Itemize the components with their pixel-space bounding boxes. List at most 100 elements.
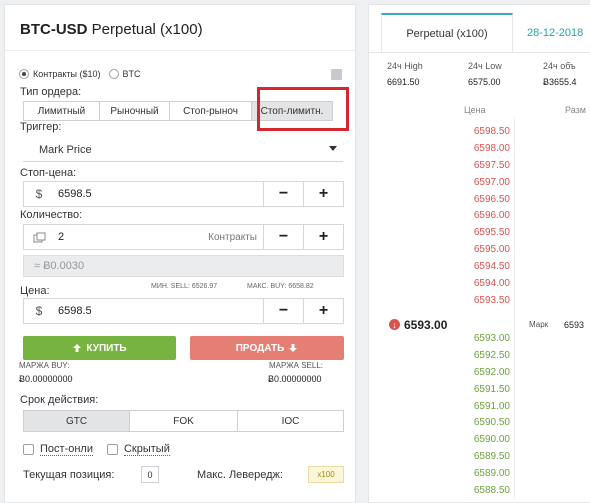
tab-market[interactable]: Рыночный <box>99 101 169 121</box>
bid-row[interactable]: 6588.50 <box>369 482 590 499</box>
tab-fok[interactable]: FOK <box>129 410 237 432</box>
arrow-up-icon <box>73 344 82 352</box>
ask-row[interactable]: 6595.50 <box>369 224 590 241</box>
ask-row[interactable]: 6596.50 <box>369 191 590 208</box>
tab-stop-market[interactable]: Стоп-рыноч <box>169 101 251 121</box>
bid-row[interactable]: 6592.50 <box>369 347 590 364</box>
position-value: 0 <box>141 466 159 483</box>
contracts-icon <box>24 225 54 249</box>
bid-row[interactable]: 6591.50 <box>369 381 590 398</box>
ask-row[interactable]: 6596.00 <box>369 207 590 224</box>
bid-row[interactable]: 6589.00 <box>369 465 590 482</box>
bid-price: 6592.50 <box>473 349 510 361</box>
stop-price-decrement-button[interactable]: − <box>263 182 303 206</box>
ask-price: 6595.00 <box>473 244 510 256</box>
tab-futures-date[interactable]: 28-12-2018 <box>527 13 583 53</box>
ask-price: 6594.00 <box>473 278 510 290</box>
ask-price: 6596.00 <box>473 210 510 222</box>
post-only-checkbox[interactable] <box>23 444 34 455</box>
stat-label: 24ч High <box>387 61 423 71</box>
bid-row[interactable]: 6590.50 <box>369 414 590 431</box>
trigger-select[interactable]: Mark Price <box>23 138 343 162</box>
buy-label: КУПИТЬ <box>86 342 127 354</box>
bid-row[interactable]: 6593.00 <box>369 330 590 347</box>
page-title: BTC-USD Perpetual (x100) <box>20 21 203 38</box>
stop-price-input[interactable]: 6598.5 <box>54 182 263 206</box>
divider <box>5 50 355 51</box>
bid-price: 6593.00 <box>473 333 510 344</box>
bid-row[interactable]: 6592.00 <box>369 364 590 381</box>
ask-row[interactable]: 6598.50 <box>369 123 590 140</box>
price-label: Цена: <box>20 285 50 297</box>
tab-limit[interactable]: Лимитный <box>23 101 99 121</box>
bid-price: 6591.50 <box>473 383 510 395</box>
sell-label: ПРОДАТЬ <box>235 342 285 354</box>
time-in-force-tabs: GTC FOK IOC <box>23 410 344 432</box>
sell-margin-value: Ƀ0.00000000 <box>268 374 322 384</box>
quantity-unit: Контракты <box>208 231 257 243</box>
calculator-icon[interactable] <box>331 69 342 80</box>
arrow-down-icon <box>289 344 298 352</box>
bid-price: 6591.00 <box>473 400 510 412</box>
ask-row[interactable]: 6597.00 <box>369 174 590 191</box>
post-only-label[interactable]: Пост-онли <box>40 443 93 456</box>
ask-row[interactable]: 6594.00 <box>369 275 590 292</box>
bid-price: 6589.50 <box>473 451 510 463</box>
ask-row[interactable]: 6597.50 <box>369 157 590 174</box>
price-increment-button[interactable]: + <box>303 299 343 323</box>
divider <box>369 52 590 53</box>
stop-price-increment-button[interactable]: + <box>303 182 343 206</box>
bid-row[interactable]: 6589.50 <box>369 448 590 465</box>
price-input[interactable]: 6598.5 <box>54 299 263 323</box>
tab-ioc[interactable]: IOC <box>237 410 344 432</box>
price-decrement-button[interactable]: − <box>263 299 303 323</box>
dollar-icon: $ <box>35 187 43 201</box>
trigger-label: Триггер: <box>20 121 62 133</box>
order-options: Пост-онли Скрытый <box>23 443 184 456</box>
bid-price: 6588.50 <box>473 485 510 497</box>
quantity-label: Количество: <box>20 209 83 221</box>
ask-row[interactable]: 6594.50 <box>369 258 590 275</box>
btc-estimate-field: ≈ Ƀ0.0030 <box>23 255 344 277</box>
mark-value: 6593 <box>564 320 585 330</box>
column-header-size: Разм <box>565 105 586 115</box>
order-book-header: Цена Разм <box>369 102 590 118</box>
stat-value: 6691.50 <box>387 77 420 87</box>
highlight-box <box>257 87 349 131</box>
ask-price: 6593.50 <box>473 294 510 306</box>
buy-margin-value: Ƀ0.00000000 <box>19 374 73 384</box>
bid-row[interactable]: 6590.00 <box>369 431 590 448</box>
bid-row[interactable]: 6591.00 <box>369 398 590 415</box>
ask-row[interactable]: 6595.00 <box>369 241 590 258</box>
stat-24h-volume: 24ч объ Ƀ3655.4 <box>543 61 590 87</box>
leverage-badge[interactable]: x100 <box>308 466 344 483</box>
asks-list: 6598.50 6598.00 6597.50 6597.00 6596.50 6596.… <box>369 123 590 309</box>
unit-contracts-radio[interactable]: Контракты ($10) <box>19 69 101 79</box>
unit-btc-radio[interactable]: BTC <box>108 69 141 79</box>
radio-icon <box>108 69 119 79</box>
order-type-label: Тип ордера: <box>20 86 82 98</box>
stat-label: 24ч объ <box>543 61 576 71</box>
radio-icon <box>19 69 29 79</box>
ask-row[interactable]: 6598.00 <box>369 140 590 157</box>
quantity-decrement-button[interactable]: − <box>263 225 303 249</box>
order-panel: BTC-USD Perpetual (x100) Контракты ($10)… <box>4 4 356 503</box>
sell-margin-label: МАРЖА SELL: <box>269 361 323 370</box>
tab-gtc[interactable]: GTC <box>23 410 129 432</box>
stat-24h-low: 24ч Low 6575.00 <box>468 61 538 87</box>
tab-perpetual[interactable]: Perpetual (x100) <box>381 13 513 53</box>
hidden-checkbox[interactable] <box>106 444 118 455</box>
bids-list: 6593.00 6592.50 6592.00 6591.50 6591.00 6590.… <box>369 330 590 499</box>
hidden-label[interactable]: Скрытый <box>123 443 170 456</box>
quantity-increment-button[interactable]: + <box>303 225 343 249</box>
ask-row[interactable]: 6593.50 <box>369 292 590 309</box>
leverage-label: Макс. Левередж: <box>197 469 283 481</box>
tif-label: Срок действия: <box>20 394 99 406</box>
position-label: Текущая позиция: <box>23 469 115 481</box>
dollar-icon: $ <box>35 304 43 318</box>
quantity-input[interactable]: 2 <box>54 225 208 249</box>
sell-button[interactable]: ПРОДАТЬ <box>190 336 344 360</box>
buy-button[interactable]: КУПИТЬ <box>23 336 176 360</box>
radio-label: Контракты ($10) <box>33 69 101 79</box>
bid-price: 6590.00 <box>473 434 510 446</box>
